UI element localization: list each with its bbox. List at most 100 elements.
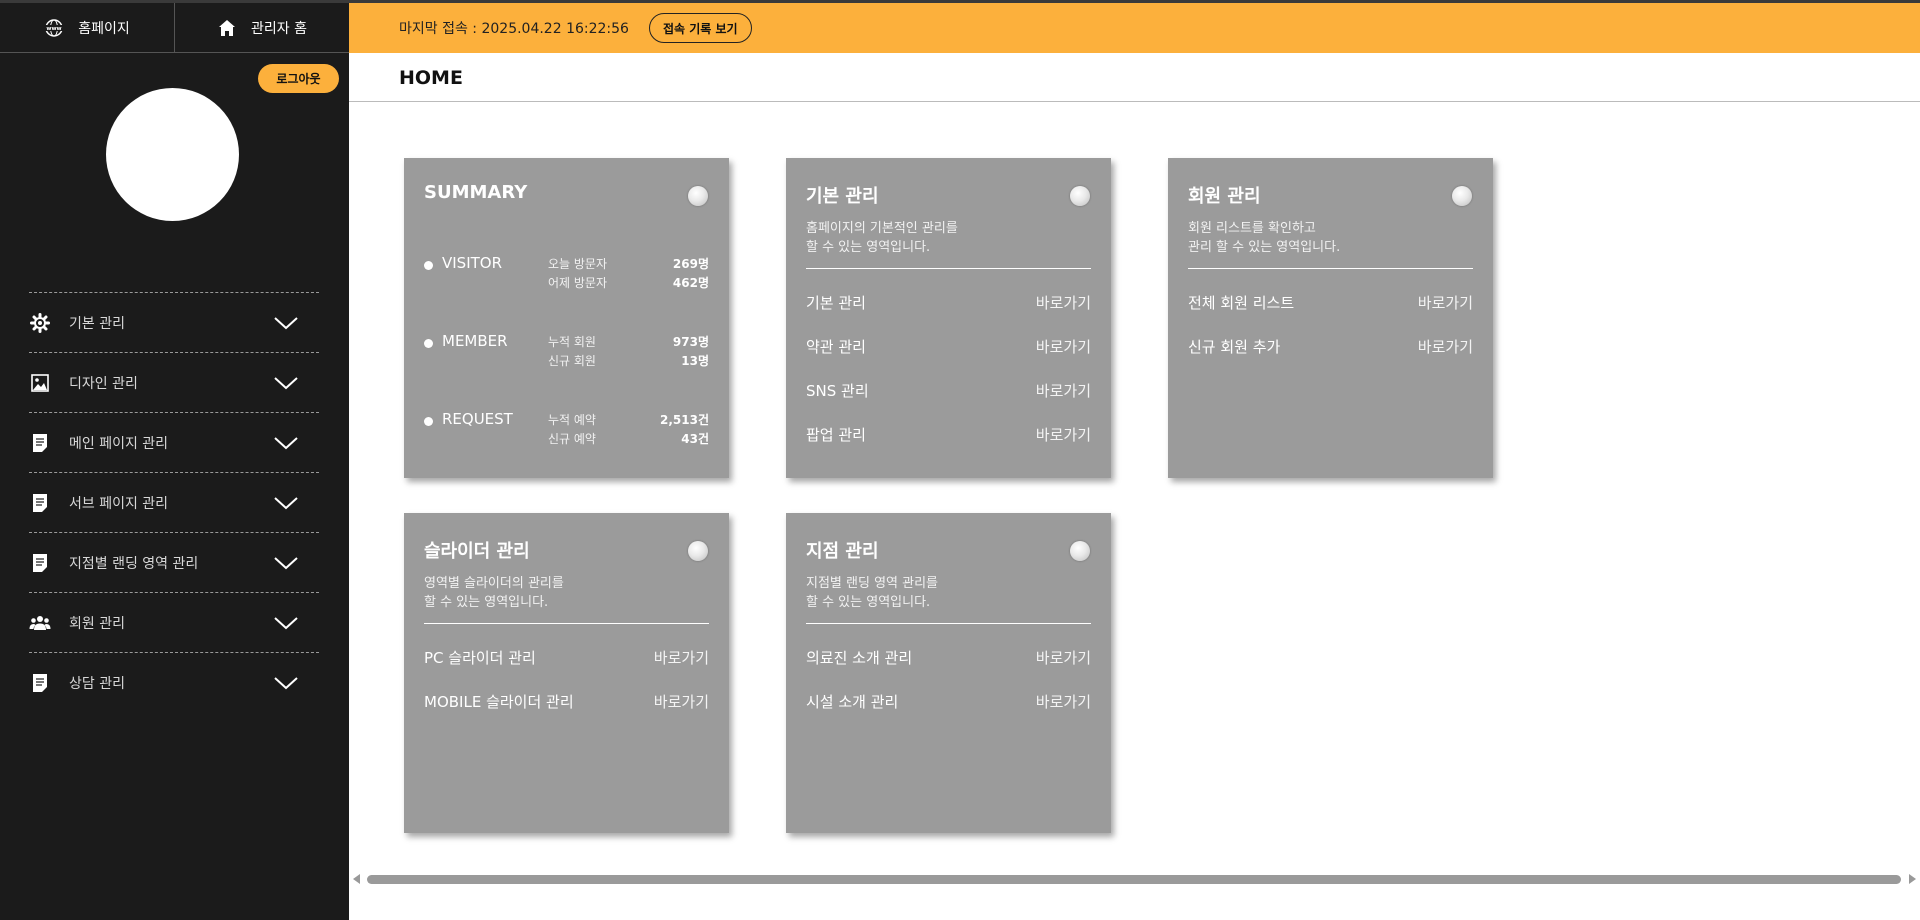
shortcut-link[interactable]: 바로가기 xyxy=(654,647,709,668)
summary-value: 43건 xyxy=(681,432,709,446)
sidebar-item-basic[interactable]: 기본 관리 xyxy=(29,292,319,352)
admin-home-label: 관리자 홈 xyxy=(251,21,307,37)
summary-value: 2,513건 xyxy=(660,413,709,427)
summary-category: REQUEST xyxy=(442,410,513,428)
card-divider xyxy=(1188,268,1473,269)
summary-value: 462명 xyxy=(672,276,709,290)
sidebar-item-sub-page[interactable]: 서브 페이지 관리 xyxy=(29,472,319,532)
scrollbar-thumb[interactable] xyxy=(367,875,1901,884)
scroll-left-arrow-icon[interactable] xyxy=(353,874,360,884)
link-label: SNS 관리 xyxy=(806,381,869,400)
status-dot-icon[interactable] xyxy=(688,186,708,206)
status-dot-icon[interactable] xyxy=(1070,541,1090,561)
users-icon xyxy=(29,612,51,634)
chevron-down-icon xyxy=(274,316,298,329)
link-label: MOBILE 슬라이더 관리 xyxy=(424,692,574,711)
shortcut-link[interactable]: 바로가기 xyxy=(1036,691,1091,712)
access-log-button[interactable]: 접속 기록 보기 xyxy=(648,13,752,43)
sidebar-item-label: 지점별 랜딩 영역 관리 xyxy=(69,555,199,572)
avatar xyxy=(106,88,239,221)
card-description-line: 지점별 랜딩 영역 관리를 xyxy=(806,576,938,591)
top-bar: 마지막 접속 : 2025.04.22 16:22:56 접속 기록 보기 xyxy=(349,3,1920,53)
homepage-label: 홈페이지 xyxy=(78,21,130,37)
shortcut-link[interactable]: 바로가기 xyxy=(1036,424,1091,445)
image-icon xyxy=(29,372,51,394)
sidebar-item-landing[interactable]: 지점별 랜딩 영역 관리 xyxy=(29,532,319,592)
summary-label: 신규 회원 xyxy=(548,354,596,368)
page-title: HOME xyxy=(399,67,463,89)
shortcut-link[interactable]: 바로가기 xyxy=(1418,336,1473,357)
card-link-row[interactable]: 신규 회원 추가 바로가기 xyxy=(1188,334,1473,358)
summary-value: 269명 xyxy=(672,257,709,271)
sidebar-item-label: 서브 페이지 관리 xyxy=(69,495,169,512)
document-icon xyxy=(29,492,51,514)
card-description-line: 관리 할 수 있는 영역입니다. xyxy=(1188,240,1341,255)
admin-home-link[interactable]: 관리자 홈 xyxy=(174,3,349,53)
sidebar-item-main-page[interactable]: 메인 페이지 관리 xyxy=(29,412,319,472)
card-title: 지점 관리 xyxy=(806,541,879,562)
card-title: 슬라이더 관리 xyxy=(424,541,530,562)
shortcut-link[interactable]: 바로가기 xyxy=(1036,647,1091,668)
summary-value: 13명 xyxy=(681,354,709,368)
sidebar-item-label: 상담 관리 xyxy=(69,675,125,692)
status-dot-icon[interactable] xyxy=(1452,186,1472,206)
card-link-row[interactable]: 약관 관리 바로가기 xyxy=(806,334,1091,358)
card-link-row[interactable]: 의료진 소개 관리 바로가기 xyxy=(806,645,1091,669)
chevron-down-icon xyxy=(274,676,298,689)
title-divider xyxy=(349,101,1920,102)
link-label: 전체 회원 리스트 xyxy=(1188,293,1295,312)
card-link-row[interactable]: MOBILE 슬라이더 관리 바로가기 xyxy=(424,689,709,713)
card-link-row[interactable]: 팝업 관리 바로가기 xyxy=(806,422,1091,446)
shortcut-link[interactable]: 바로가기 xyxy=(1036,336,1091,357)
scroll-right-arrow-icon[interactable] xyxy=(1909,874,1916,884)
basic-management-card: 기본 관리 홈페이지의 기본적인 관리를 할 수 있는 영역입니다. 기본 관리… xyxy=(786,158,1111,478)
slider-management-card: 슬라이더 관리 영역별 슬라이더의 관리를 할 수 있는 영역입니다. PC 슬… xyxy=(404,513,729,833)
chevron-down-icon xyxy=(274,436,298,449)
card-description: 영역별 슬라이더의 관리를 할 수 있는 영역입니다. xyxy=(424,574,704,612)
card-link-row[interactable]: PC 슬라이더 관리 바로가기 xyxy=(424,645,709,669)
www-globe-icon: www xyxy=(44,18,64,38)
card-link-row[interactable]: 기본 관리 바로가기 xyxy=(806,290,1091,314)
summary-row-visitor: VISITOR 오늘 방문자 269명 어제 방문자 462명 xyxy=(424,254,709,298)
logout-button[interactable]: 로그아웃 xyxy=(258,64,339,93)
sidebar-item-members[interactable]: 회원 관리 xyxy=(29,592,319,652)
bullet-icon xyxy=(424,261,433,270)
summary-label: 신규 예약 xyxy=(548,432,596,446)
link-label: PC 슬라이더 관리 xyxy=(424,648,536,667)
card-description-line: 영역별 슬라이더의 관리를 xyxy=(424,576,564,591)
sidebar-item-label: 디자인 관리 xyxy=(69,375,138,392)
shortcut-link[interactable]: 바로가기 xyxy=(654,691,709,712)
document-icon xyxy=(29,552,51,574)
sidebar-top-nav: www 홈페이지 관리자 홈 xyxy=(0,3,349,53)
summary-row-request: REQUEST 누적 예약 2,513건 신규 예약 43건 xyxy=(424,410,709,454)
summary-label: 누적 회원 xyxy=(548,335,596,349)
shortcut-link[interactable]: 바로가기 xyxy=(1036,380,1091,401)
card-link-row[interactable]: SNS 관리 바로가기 xyxy=(806,378,1091,402)
sidebar-item-design[interactable]: 디자인 관리 xyxy=(29,352,319,412)
status-dot-icon[interactable] xyxy=(1070,186,1090,206)
shortcut-link[interactable]: 바로가기 xyxy=(1036,292,1091,313)
last-login-text: 마지막 접속 : 2025.04.22 16:22:56 xyxy=(399,21,629,37)
homepage-link[interactable]: www 홈페이지 xyxy=(0,3,174,53)
card-description: 지점별 랜딩 영역 관리를 할 수 있는 영역입니다. xyxy=(806,574,1086,612)
card-link-row[interactable]: 시설 소개 관리 바로가기 xyxy=(806,689,1091,713)
sidebar-item-label: 메인 페이지 관리 xyxy=(69,435,169,452)
card-title: 기본 관리 xyxy=(806,186,879,207)
sidebar-item-consult[interactable]: 상담 관리 xyxy=(29,652,319,712)
horizontal-scrollbar[interactable] xyxy=(349,869,1920,889)
card-divider xyxy=(806,268,1091,269)
document-icon xyxy=(29,432,51,454)
chevron-down-icon xyxy=(274,496,298,509)
chevron-down-icon xyxy=(274,376,298,389)
summary-value: 973명 xyxy=(672,335,709,349)
card-divider xyxy=(806,623,1091,624)
shortcut-link[interactable]: 바로가기 xyxy=(1418,292,1473,313)
card-description-line: 회원 리스트를 확인하고 xyxy=(1188,221,1316,236)
gear-icon xyxy=(29,312,51,334)
member-management-card: 회원 관리 회원 리스트를 확인하고 관리 할 수 있는 영역입니다. 전체 회… xyxy=(1168,158,1493,478)
house-icon xyxy=(217,18,237,38)
status-dot-icon[interactable] xyxy=(688,541,708,561)
card-link-row[interactable]: 전체 회원 리스트 바로가기 xyxy=(1188,290,1473,314)
chevron-down-icon xyxy=(274,616,298,629)
summary-card: SUMMARY VISITOR 오늘 방문자 269명 어제 방문자 462명 … xyxy=(404,158,729,478)
